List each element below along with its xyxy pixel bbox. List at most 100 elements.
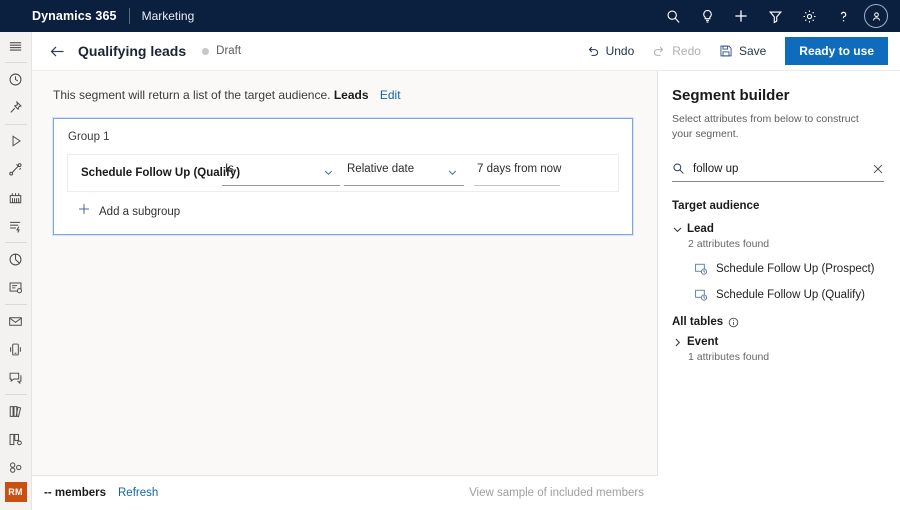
group-label: Group 1 bbox=[54, 119, 632, 143]
segments-list-icon[interactable] bbox=[0, 212, 32, 240]
gear-icon[interactable] bbox=[792, 0, 826, 32]
rule-operator-value: Is bbox=[222, 161, 234, 175]
all-tables-heading: All tables bbox=[672, 316, 886, 328]
chevron-down-icon bbox=[447, 165, 458, 183]
segment-hint: This segment will return a list of the t… bbox=[53, 88, 657, 102]
mobile-icon[interactable] bbox=[0, 335, 32, 363]
undo-button[interactable]: Undo bbox=[577, 37, 644, 65]
rule-value-type-underline bbox=[344, 185, 464, 186]
ready-to-use-button[interactable]: Ready to use bbox=[785, 37, 888, 65]
group-card[interactable]: Group 1 Schedule Follow Up (Qualify) Is … bbox=[53, 118, 633, 235]
redo-button[interactable]: Redo bbox=[643, 37, 710, 65]
target-audience-heading: Target audience bbox=[672, 200, 886, 212]
lightbulb-icon[interactable] bbox=[690, 0, 724, 32]
search-icon bbox=[672, 162, 685, 175]
segment-footer: -- members Refresh View sample of includ… bbox=[32, 475, 658, 510]
brand-dynamics365[interactable]: Dynamics 365 bbox=[32, 9, 117, 23]
events-icon[interactable] bbox=[0, 184, 32, 212]
member-count: -- members bbox=[44, 487, 106, 499]
question-mark-icon[interactable] bbox=[826, 0, 860, 32]
user-avatar[interactable] bbox=[864, 4, 888, 28]
save-floppy-icon bbox=[719, 44, 733, 58]
redo-label: Redo bbox=[672, 44, 701, 58]
tree-node-lead-count: 2 attributes found bbox=[688, 238, 886, 250]
tree-node-lead[interactable]: Lead bbox=[672, 223, 886, 235]
analytics-pie-icon[interactable] bbox=[0, 245, 32, 273]
suite-bar-actions bbox=[656, 0, 900, 32]
schedule-field-icon bbox=[694, 288, 708, 302]
email-icon[interactable] bbox=[0, 307, 32, 335]
hamburger-menu-icon[interactable] bbox=[0, 32, 32, 60]
rule-value-type-dropdown[interactable]: Relative date bbox=[344, 161, 464, 186]
chat-icon[interactable] bbox=[0, 364, 32, 392]
segment-hint-edit-link[interactable]: Edit bbox=[380, 88, 401, 102]
attribute-search-box[interactable]: follow up bbox=[672, 156, 884, 182]
status-dot-icon bbox=[202, 48, 209, 55]
filter-icon[interactable] bbox=[758, 0, 792, 32]
attribute-item-schedule-follow-up-qualify[interactable]: Schedule Follow Up (Qualify) bbox=[694, 288, 886, 302]
status-label: Draft bbox=[216, 45, 241, 57]
save-label: Save bbox=[739, 44, 766, 58]
rail-user-avatar[interactable]: RM bbox=[5, 482, 27, 502]
tree-node-event[interactable]: Event bbox=[672, 336, 886, 348]
rail-divider bbox=[5, 124, 27, 125]
rule-operator-dropdown[interactable]: Is bbox=[222, 161, 340, 186]
add-subgroup-button[interactable]: Add a subgroup bbox=[54, 192, 632, 234]
segment-hint-text: This segment will return a list of the t… bbox=[53, 88, 330, 102]
rule-value-type-value: Relative date bbox=[344, 161, 414, 175]
footer-right-filler bbox=[658, 475, 900, 510]
rule-value-text: 7 days from now bbox=[474, 161, 561, 175]
schedule-field-icon bbox=[694, 262, 708, 276]
chevron-down-icon bbox=[323, 165, 334, 183]
attribute-item-schedule-follow-up-prospect[interactable]: Schedule Follow Up (Prospect) bbox=[694, 262, 886, 276]
panel-title: Segment builder bbox=[672, 87, 886, 104]
rail-divider bbox=[5, 242, 27, 243]
journey-icon[interactable] bbox=[0, 155, 32, 183]
rail-divider bbox=[5, 62, 27, 63]
command-bar: Qualifying leads Draft Undo bbox=[32, 32, 900, 71]
view-sample-link[interactable]: View sample of included members bbox=[469, 487, 644, 499]
add-subgroup-label: Add a subgroup bbox=[99, 206, 180, 218]
status-badge: Draft bbox=[202, 45, 241, 57]
pin-icon[interactable] bbox=[0, 94, 32, 122]
back-arrow-icon[interactable] bbox=[41, 35, 73, 67]
play-icon[interactable] bbox=[0, 127, 32, 155]
suite-bar: Dynamics 365 Marketing bbox=[0, 0, 900, 32]
nodes-icon[interactable] bbox=[0, 454, 32, 482]
refresh-link[interactable]: Refresh bbox=[118, 487, 158, 499]
rule-attribute-label: Schedule Follow Up (Qualify) bbox=[68, 167, 218, 179]
rail-divider bbox=[5, 394, 27, 395]
info-icon[interactable] bbox=[728, 317, 739, 328]
segment-builder-panel: Segment builder Select attributes from b… bbox=[658, 71, 900, 475]
rule-row[interactable]: Schedule Follow Up (Qualify) Is Relative… bbox=[67, 154, 619, 192]
chevron-right-icon[interactable] bbox=[672, 337, 687, 348]
brand-divider bbox=[129, 8, 130, 24]
rail-divider bbox=[5, 304, 27, 305]
search-icon[interactable] bbox=[656, 0, 690, 32]
search-input[interactable]: follow up bbox=[693, 163, 872, 175]
chevron-down-icon[interactable] bbox=[672, 224, 687, 235]
left-nav-rail: RM bbox=[0, 32, 32, 510]
recent-clock-icon[interactable] bbox=[0, 65, 32, 93]
undo-label: Undo bbox=[606, 44, 635, 58]
library-icon[interactable] bbox=[0, 397, 32, 425]
tree-node-event-count: 1 attributes found bbox=[688, 351, 886, 363]
tree-node-lead-label: Lead bbox=[687, 223, 714, 235]
plus-icon[interactable] bbox=[724, 0, 758, 32]
segment-canvas: This segment will return a list of the t… bbox=[32, 71, 658, 475]
redo-icon bbox=[652, 44, 666, 58]
rule-value-input[interactable]: 7 days from now bbox=[474, 161, 560, 186]
rule-operator-underline bbox=[222, 185, 340, 186]
command-bar-actions: Undo Redo Save bbox=[577, 37, 900, 65]
segment-hint-entity: Leads bbox=[334, 88, 369, 102]
grid-icon[interactable] bbox=[0, 425, 32, 453]
attribute-label: Schedule Follow Up (Qualify) bbox=[716, 289, 865, 301]
app-name-marketing[interactable]: Marketing bbox=[142, 9, 195, 23]
tree-node-event-label: Event bbox=[687, 336, 718, 348]
save-button[interactable]: Save bbox=[710, 37, 775, 65]
all-tables-label: All tables bbox=[672, 316, 723, 328]
close-icon[interactable] bbox=[872, 163, 884, 175]
app-root: Dynamics 365 Marketing bbox=[0, 0, 900, 510]
forms-icon[interactable] bbox=[0, 274, 32, 302]
panel-subtitle: Select attributes from below to construc… bbox=[672, 112, 868, 142]
